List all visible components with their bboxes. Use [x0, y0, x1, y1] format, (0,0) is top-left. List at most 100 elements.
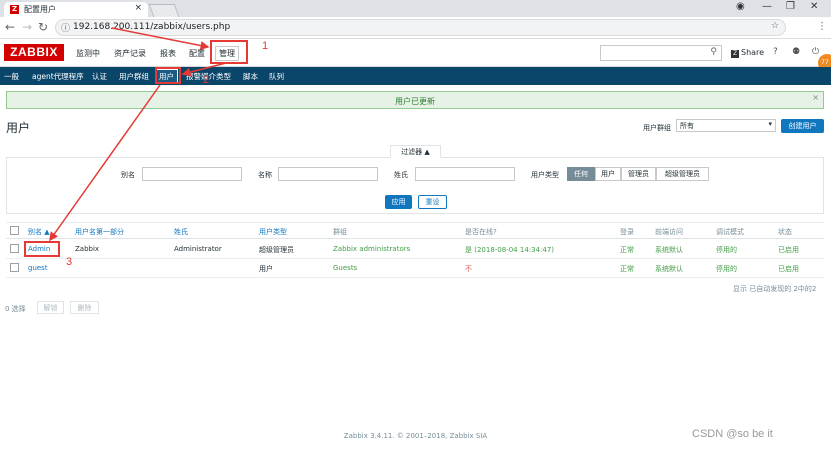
submenu-general[interactable]: 一般 — [4, 71, 19, 82]
menu-monitoring[interactable]: 监测中 — [76, 48, 100, 59]
account-icon[interactable]: ◉ — [736, 1, 745, 12]
select-all-checkbox[interactable] — [10, 226, 19, 235]
user-group-link[interactable]: Zabbix administrators — [333, 245, 410, 253]
reload-icon[interactable]: ↻ — [38, 20, 48, 34]
name-input[interactable] — [278, 167, 378, 181]
user-login-status: 正常 — [620, 265, 634, 273]
reset-button[interactable]: 重设 — [418, 195, 447, 209]
search-input[interactable]: ⚲ — [600, 45, 722, 61]
user-online: 不 — [465, 265, 472, 273]
browser-tab[interactable]: Z 配置用户 × — [4, 2, 148, 17]
user-group-link[interactable]: Guests — [333, 264, 357, 272]
col-debug-mode: 调试模式 — [716, 228, 744, 236]
row-checkbox[interactable] — [10, 244, 19, 253]
maximize-icon[interactable]: ❐ — [786, 1, 795, 12]
col-alias[interactable]: 别名 ▲ — [28, 227, 50, 237]
success-message-text: 用户已更新 — [395, 97, 435, 106]
alias-input[interactable] — [142, 167, 242, 181]
type-admin[interactable]: 管理员 — [621, 167, 656, 181]
info-icon[interactable]: ⓘ — [61, 21, 70, 34]
zabbix-logo[interactable]: ZABBIX — [4, 44, 64, 61]
col-frontend-access: 前端访问 — [655, 228, 683, 236]
close-message-icon[interactable]: × — [812, 93, 819, 102]
apply-button[interactable]: 应用 — [385, 195, 412, 209]
share-label: Share — [741, 48, 765, 57]
type-any[interactable]: 任何 — [567, 167, 595, 181]
col-groups: 群组 — [333, 228, 347, 236]
search-icon[interactable]: ⚲ — [710, 47, 717, 57]
create-user-button[interactable]: 创建用户 — [781, 119, 824, 133]
user-debug-mode[interactable]: 停用的 — [716, 264, 737, 274]
table-top-border — [6, 222, 824, 223]
submenu-scripts[interactable]: 脚本 — [243, 71, 258, 82]
filter-tab[interactable]: 过滤器 ▲ — [390, 145, 441, 158]
window-close-icon[interactable]: ✕ — [810, 1, 818, 12]
filter-panel — [6, 157, 824, 214]
user-alias-link[interactable]: guest — [28, 264, 48, 272]
sign-out-icon[interactable]: ⏻ — [812, 47, 819, 57]
bookmark-star-icon[interactable]: ☆ — [771, 21, 779, 31]
share-link[interactable]: Z Share — [731, 48, 764, 58]
alias-label: 别名 — [121, 171, 135, 179]
user-group-label: 用户群组 — [643, 124, 671, 132]
annotation-number-2: 2 — [203, 74, 210, 86]
zabbix-favicon-icon: Z — [10, 5, 19, 14]
col-status: 状态 — [778, 228, 792, 236]
back-icon[interactable]: ← — [5, 20, 15, 34]
success-message: 用户已更新 × — [6, 91, 824, 109]
browser-menu-icon[interactable]: ⋮ — [817, 21, 827, 32]
user-frontend-access[interactable]: 系统默认 — [655, 245, 683, 255]
col-surname[interactable]: 姓氏 — [174, 227, 188, 237]
submenu-proxies[interactable]: agent代理程序 — [32, 71, 84, 82]
forward-icon[interactable]: → — [22, 20, 32, 34]
user-group-value: 所有 — [680, 122, 694, 130]
row-checkbox[interactable] — [10, 263, 19, 272]
menu-inventory[interactable]: 资产记录 — [114, 48, 146, 59]
user-frontend-access[interactable]: 系统默认 — [655, 264, 683, 274]
page-title: 用户 — [6, 121, 31, 135]
col-name[interactable]: 用户名第一部分 — [75, 227, 124, 237]
close-icon[interactable]: × — [134, 3, 142, 13]
surname-input[interactable] — [415, 167, 515, 181]
menu-reports[interactable]: 报表 — [160, 48, 176, 59]
menu-configuration[interactable]: 配置 — [189, 48, 205, 59]
minimize-icon[interactable]: — — [762, 1, 772, 12]
tab-title: 配置用户 — [24, 5, 56, 14]
profile-icon[interactable]: ⚉ — [792, 47, 800, 57]
type-super-admin[interactable]: 超级管理员 — [656, 167, 709, 181]
user-login-status: 正常 — [620, 246, 634, 254]
unblock-button[interactable]: 解锁 — [37, 301, 64, 314]
user-debug-mode[interactable]: 停用的 — [716, 245, 737, 255]
submenu-user-groups[interactable]: 用户群组 — [119, 71, 149, 82]
user-name: Zabbix — [75, 245, 100, 253]
row-divider — [6, 277, 824, 278]
col-login: 登录 — [620, 228, 634, 236]
new-tab-button[interactable] — [148, 4, 180, 17]
table-header-border — [6, 238, 824, 239]
share-icon: Z — [731, 50, 739, 58]
help-icon[interactable]: ? — [773, 47, 778, 57]
user-type: 用户 — [259, 265, 273, 273]
user-online: 是 (2018-08-04 14:34:47) — [465, 246, 555, 254]
delete-button[interactable]: 删除 — [70, 301, 99, 314]
url-text[interactable]: 192.168.200.111/zabbix/users.php — [73, 22, 230, 32]
name-label: 名称 — [258, 171, 272, 179]
user-status[interactable]: 已启用 — [778, 245, 799, 255]
annotation-number-3: 3 — [66, 256, 73, 268]
surname-label: 姓氏 — [394, 171, 408, 179]
col-online: 是否在线? — [465, 228, 497, 236]
annotation-number-1: 1 — [262, 40, 269, 52]
user-type: 超级管理员 — [259, 246, 294, 254]
user-group-select[interactable]: 所有 ▾ — [676, 119, 776, 132]
user-status[interactable]: 已启用 — [778, 264, 799, 274]
annotation-box-admin-menu — [210, 40, 248, 64]
url-field[interactable]: ⓘ 192.168.200.111/zabbix/users.php ☆ — [55, 19, 786, 36]
col-user-type[interactable]: 用户类型 — [259, 227, 287, 237]
type-user[interactable]: 用户 — [595, 167, 621, 181]
user-type-label: 用户类型 — [531, 171, 559, 179]
submenu-authentication[interactable]: 认证 — [92, 71, 107, 82]
watermark: CSDN @so be it — [692, 428, 773, 440]
submenu-queue[interactable]: 队列 — [269, 71, 284, 82]
selected-count: 0 选择 — [5, 305, 26, 313]
address-bar-row: ← → ↻ ⓘ 192.168.200.111/zabbix/users.php… — [0, 17, 831, 39]
